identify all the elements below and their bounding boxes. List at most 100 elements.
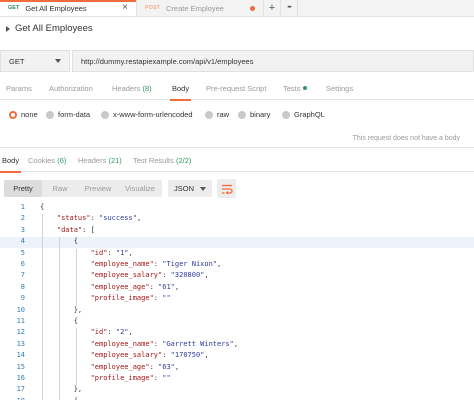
code-token: :	[153, 339, 163, 348]
code-line: 7 "employee_salary": "320800",	[0, 271, 474, 282]
radio-raw[interactable]: raw	[205, 110, 229, 119]
code-token: {	[40, 203, 45, 211]
code-line: 4 {	[0, 237, 474, 248]
tab-get-all-employees[interactable]: GET Get All Employees ×	[0, 0, 137, 16]
radio-icon	[46, 110, 54, 119]
request-name[interactable]: Get All Employees	[6, 23, 93, 34]
add-tab-button[interactable]: +	[264, 0, 281, 16]
line-number: 14	[16, 351, 25, 360]
line-number: 15	[16, 362, 25, 371]
preview-button[interactable]: Preview	[78, 180, 118, 197]
format-value: JSON	[174, 184, 195, 193]
caret-right-icon[interactable]	[6, 25, 10, 32]
code-line: 9 "profile_image": ""	[0, 294, 474, 305]
raw-button[interactable]: Raw	[42, 180, 78, 197]
tab-params[interactable]: Params	[6, 84, 32, 100]
request-tab-bar: GET Get All Employees × POST Create Empl…	[0, 0, 474, 17]
radio-x-www-form-urlencoded[interactable]: x-www-form-urlencoded	[101, 110, 193, 119]
code-line: 11 {	[0, 317, 474, 328]
tests-status-icon	[302, 86, 307, 90]
tab-body[interactable]: Body	[169, 84, 192, 101]
line-number: 5	[20, 248, 25, 257]
cookies-count: (6)	[57, 156, 67, 165]
tab-title: Get All Employees	[25, 3, 87, 13]
method-select[interactable]: GET	[0, 50, 70, 72]
chevron-down-icon	[200, 186, 206, 191]
visualize-button[interactable]: Visualize	[118, 180, 162, 197]
response-tab-headers[interactable]: Headers (21)	[78, 156, 122, 172]
code-token: "Garrett Winters"	[162, 339, 234, 348]
tab-settings[interactable]: Settings	[326, 84, 353, 100]
code-token: :	[162, 351, 171, 360]
format-select[interactable]: JSON	[168, 180, 212, 197]
code-text: "data": [	[40, 226, 95, 234]
response-code-view[interactable]: 1{2 "status": "success", 3 "data": [4 {5 …	[0, 203, 474, 400]
code-token: "61"	[158, 282, 175, 291]
line-number: 2	[20, 214, 25, 223]
code-line: 13 "employee_name": "Garrett Winters",	[0, 340, 474, 351]
code-token: ,	[217, 260, 222, 268]
code-line: 1{	[0, 203, 474, 214]
more-tabs-button[interactable]: •••	[281, 0, 298, 16]
tab-tests[interactable]: Tests	[283, 84, 307, 100]
code-token: "63"	[158, 362, 175, 371]
radio-form-data[interactable]: form-data	[46, 110, 90, 119]
code-token: "Tiger Nixon"	[162, 260, 218, 268]
line-number: 1	[20, 203, 25, 211]
tab-pre-request-script[interactable]: Pre-request Script	[206, 84, 266, 100]
tab-authorization[interactable]: Authorization	[49, 84, 93, 100]
code-line: 16 "profile_image": ""	[0, 374, 474, 385]
line-number: 9	[20, 294, 25, 303]
radio-none[interactable]: none	[9, 110, 38, 119]
pretty-button[interactable]: Pretty	[4, 180, 42, 197]
line-number: 6	[20, 260, 25, 268]
radio-selected-icon	[9, 110, 17, 119]
code-token: },	[40, 305, 83, 314]
code-text: },	[40, 306, 82, 314]
code-text: "employee_age": "63",	[40, 362, 180, 371]
code-token: :	[153, 294, 163, 303]
line-number: 12	[16, 328, 25, 337]
url-input[interactable]: http://dummy.restapiexample.com/api/v1/e…	[72, 50, 474, 72]
code-token: ,	[204, 271, 209, 280]
test-results-count: (2/2)	[175, 156, 192, 165]
code-token: "id"	[90, 248, 108, 257]
response-tab-body[interactable]: Body	[0, 156, 22, 173]
line-number: 11	[16, 317, 25, 325]
line-number: 13	[16, 339, 25, 348]
code-text: "employee_salary": "170750",	[40, 351, 209, 359]
code-line: 5 "id": "1",	[0, 249, 474, 260]
response-tabs: Body Cookies (6) Headers (21) Test Resul…	[0, 156, 474, 173]
radio-icon	[101, 110, 109, 119]
code-token: "id"	[90, 328, 108, 337]
indent-guide	[59, 237, 60, 400]
radio-icon	[282, 110, 290, 119]
code-text: },	[40, 385, 82, 393]
code-token: ""	[162, 374, 171, 382]
code-text: "employee_name": "Garrett Winters",	[40, 339, 239, 348]
line-number: 8	[20, 282, 25, 291]
tab-method-post: POST	[145, 5, 160, 11]
no-body-area: This request does not have a body	[0, 131, 474, 148]
code-text: "status": "success",	[40, 214, 141, 222]
headers-count: (21)	[108, 156, 122, 165]
response-tab-cookies[interactable]: Cookies (6)	[28, 156, 66, 172]
close-icon[interactable]: ×	[122, 3, 128, 13]
radio-icon	[205, 110, 213, 119]
wrap-lines-button[interactable]	[217, 179, 236, 198]
line-number: 4	[20, 237, 25, 246]
code-token: "employee_name"	[90, 339, 154, 348]
code-line: 12 "id": "2",	[0, 328, 474, 339]
radio-binary[interactable]: binary	[238, 110, 270, 119]
response-toolbar: Pretty Raw Preview Visualize JSON	[0, 179, 474, 199]
response-tab-test-results[interactable]: Test Results (2/2)	[133, 156, 191, 172]
radio-graphql[interactable]: GraphQL	[282, 110, 325, 119]
code-token: "employee_age"	[90, 362, 150, 371]
tab-create-employee[interactable]: POST Create Employee	[137, 0, 264, 16]
code-token: "170750"	[170, 351, 205, 360]
tab-headers[interactable]: Headers (8)	[112, 84, 152, 100]
code-token: : [	[82, 225, 95, 234]
